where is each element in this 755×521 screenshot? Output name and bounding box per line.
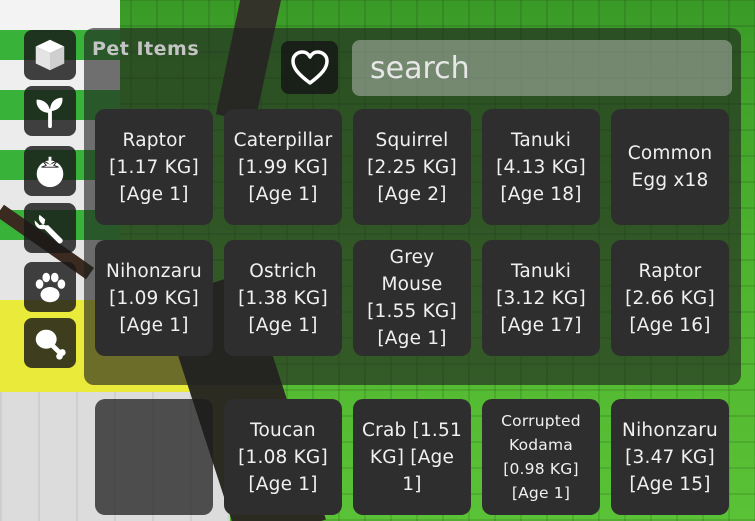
drumstick-icon bbox=[35, 329, 66, 360]
item-card-empty[interactable] bbox=[95, 399, 213, 515]
item-label: Nihonzaru [3.47 KG] [Age 15] bbox=[622, 419, 718, 495]
sidebar-item-food[interactable] bbox=[24, 318, 76, 368]
item-card[interactable]: Toucan [1.08 KG] [Age 1] bbox=[224, 399, 342, 515]
item-label: Caterpillar [1.99 KG] [Age 1] bbox=[233, 129, 333, 205]
sidebar-item-gear[interactable] bbox=[24, 203, 76, 253]
item-label: Ostrich [1.38 KG] [Age 1] bbox=[238, 260, 328, 336]
item-label: Grey Mouse [1.55 KG] [Age 1] bbox=[367, 247, 457, 349]
item-card[interactable]: Crab [1.51 KG] [Age 1] bbox=[353, 399, 471, 515]
item-label: Raptor [1.17 KG] [Age 1] bbox=[109, 129, 199, 205]
item-card[interactable]: Caterpillar [1.99 KG] [Age 1] bbox=[224, 109, 342, 225]
floor-stripe bbox=[0, 0, 120, 30]
item-label: Squirrel [2.25 KG] [Age 2] bbox=[367, 129, 457, 205]
item-card[interactable]: Tanuki [3.12 KG] [Age 17] bbox=[482, 240, 600, 356]
item-card[interactable]: Raptor [2.66 KG] [Age 16] bbox=[611, 240, 729, 356]
item-card[interactable]: Squirrel [2.25 KG] [Age 2] bbox=[353, 109, 471, 225]
sprout-icon bbox=[36, 97, 63, 129]
item-label: Tanuki [4.13 KG] [Age 18] bbox=[496, 129, 586, 205]
item-card[interactable]: Nihonzaru [1.09 KG] [Age 1] bbox=[95, 240, 213, 356]
panel-title: Pet Items bbox=[92, 38, 200, 60]
heart-icon bbox=[290, 49, 329, 85]
item-card[interactable]: Common Egg x18 bbox=[611, 109, 729, 225]
sidebar-item-inventory[interactable] bbox=[24, 30, 76, 80]
item-label: Common Egg x18 bbox=[627, 143, 713, 191]
tomato-icon bbox=[36, 156, 64, 188]
search-input[interactable] bbox=[352, 40, 732, 96]
sidebar-item-seeds[interactable] bbox=[24, 86, 76, 136]
sidebar-item-fruits[interactable] bbox=[24, 146, 76, 196]
item-label: Raptor [2.66 KG] [Age 16] bbox=[625, 260, 715, 336]
item-label: Toucan [1.08 KG] [Age 1] bbox=[238, 419, 328, 495]
item-card[interactable]: Tanuki [4.13 KG] [Age 18] bbox=[482, 109, 600, 225]
item-card[interactable]: Corrupted Kodama [0.98 KG] [Age 1] bbox=[482, 399, 600, 515]
favorite-button[interactable] bbox=[281, 41, 338, 94]
item-label: Tanuki [3.12 KG] [Age 17] bbox=[496, 260, 586, 336]
item-card[interactable]: Nihonzaru [3.47 KG] [Age 15] bbox=[611, 399, 729, 515]
item-card[interactable]: Raptor [1.17 KG] [Age 1] bbox=[95, 109, 213, 225]
cube-icon bbox=[35, 39, 65, 71]
item-card[interactable]: Ostrich [1.38 KG] [Age 1] bbox=[224, 240, 342, 356]
item-label: Nihonzaru [1.09 KG] [Age 1] bbox=[106, 260, 202, 336]
sidebar-item-pets[interactable] bbox=[24, 262, 76, 312]
item-card[interactable]: Grey Mouse [1.55 KG] [Age 1] bbox=[353, 240, 471, 356]
item-label: Crab [1.51 KG] [Age 1] bbox=[362, 419, 462, 495]
item-label: Corrupted Kodama [0.98 KG] [Age 1] bbox=[501, 412, 581, 502]
paw-icon bbox=[35, 272, 66, 303]
wrench-icon bbox=[34, 214, 63, 244]
